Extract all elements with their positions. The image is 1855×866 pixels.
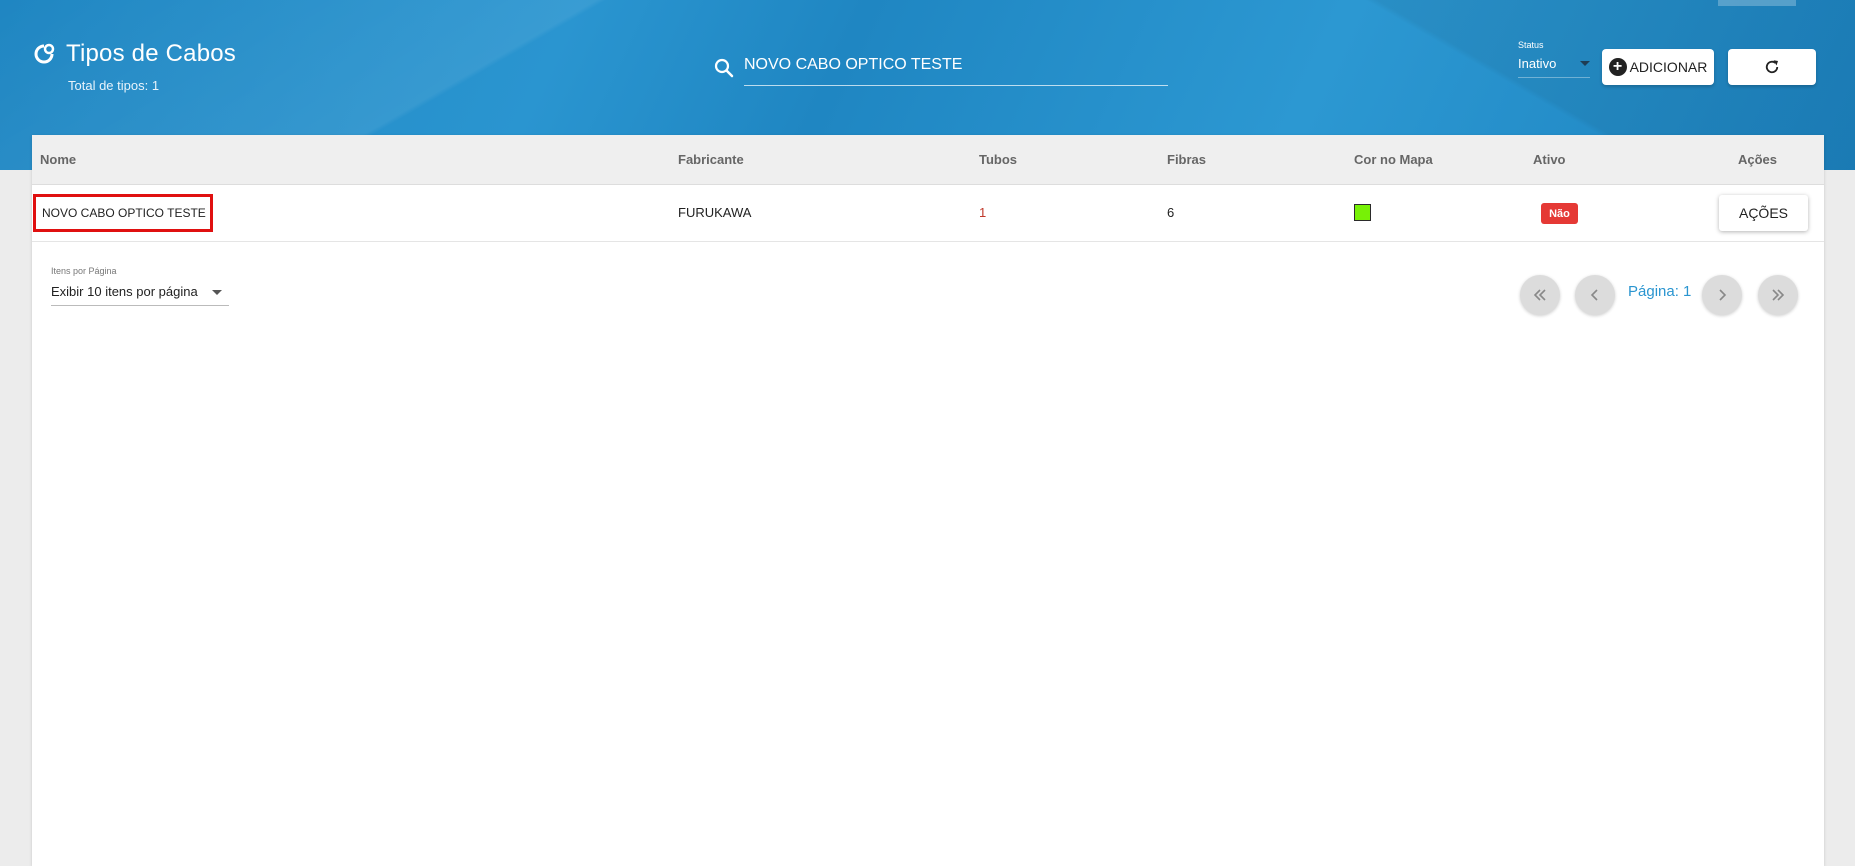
cable-types-table-card: Nome Fabricante Tubos Fibras Cor no Mapa…: [32, 135, 1824, 866]
map-color-swatch: [1354, 204, 1371, 221]
next-page-button[interactable]: [1702, 275, 1742, 315]
column-header-nome[interactable]: Nome: [40, 152, 76, 167]
page-header: Tipos de Cabos Total de tipos: 1: [32, 40, 236, 93]
table-row[interactable]: NOVO CABO OPTICO TESTE FURUKAWA 1 6 Não …: [32, 185, 1824, 242]
header-tab-edge: [1718, 0, 1796, 6]
refresh-icon: [1765, 60, 1779, 74]
column-header-cor-no-mapa[interactable]: Cor no Mapa: [1354, 152, 1433, 167]
column-header-ativo[interactable]: Ativo: [1533, 152, 1566, 167]
page-title: Tipos de Cabos: [66, 40, 237, 67]
status-select[interactable]: Inativo: [1518, 56, 1590, 78]
column-header-fibras[interactable]: Fibras: [1167, 152, 1206, 167]
chevron-down-icon: [1580, 61, 1590, 66]
status-value: Inativo: [1518, 56, 1557, 71]
items-per-page-value: Exibir 10 itens por página: [51, 284, 198, 299]
column-header-tubos[interactable]: Tubos: [979, 152, 1017, 167]
refresh-button[interactable]: [1728, 49, 1816, 85]
chevron-down-icon: [212, 290, 222, 295]
actions-button[interactable]: AÇÕES: [1719, 195, 1808, 231]
plus-circle-icon: +: [1608, 58, 1627, 76]
manufacturer-cell: FURUKAWA: [678, 205, 752, 220]
search-icon: [714, 58, 734, 78]
tubes-cell: 1: [979, 205, 987, 220]
active-status-badge: Não: [1541, 203, 1578, 224]
status-label: Status: [1518, 40, 1544, 50]
double-chevron-right-icon: [1772, 289, 1785, 301]
search-input[interactable]: NOVO CABO OPTICO TESTE: [744, 52, 1168, 86]
chevron-right-icon: [1719, 289, 1727, 301]
last-page-button[interactable]: [1758, 275, 1798, 315]
cable-type-icon: [34, 43, 55, 64]
previous-page-button[interactable]: [1575, 275, 1615, 315]
current-page-label: Página: 1: [1628, 283, 1692, 300]
add-button[interactable]: + ADICIONAR: [1602, 49, 1714, 85]
add-button-label: ADICIONAR: [1629, 59, 1708, 75]
search-bar: NOVO CABO OPTICO TESTE: [712, 52, 1168, 86]
items-per-page-label: Itens por Página: [51, 266, 117, 276]
double-chevron-left-icon: [1533, 289, 1546, 301]
column-header-fabricante[interactable]: Fabricante: [678, 152, 744, 167]
chevron-left-icon: [1590, 289, 1598, 301]
items-per-page-select[interactable]: Exibir 10 itens por página: [51, 282, 229, 306]
fibers-cell: 6: [1167, 205, 1175, 220]
status-filter: Status Inativo: [1518, 40, 1590, 78]
total-count: Total de tipos: 1: [68, 78, 160, 93]
cable-name-cell[interactable]: NOVO CABO OPTICO TESTE: [33, 194, 213, 232]
items-per-page: Itens por Página Exibir 10 itens por pág…: [51, 266, 229, 306]
column-header-acoes: Ações: [1738, 152, 1778, 167]
table-header: Nome Fabricante Tubos Fibras Cor no Mapa…: [32, 135, 1824, 185]
first-page-button[interactable]: [1520, 275, 1560, 315]
